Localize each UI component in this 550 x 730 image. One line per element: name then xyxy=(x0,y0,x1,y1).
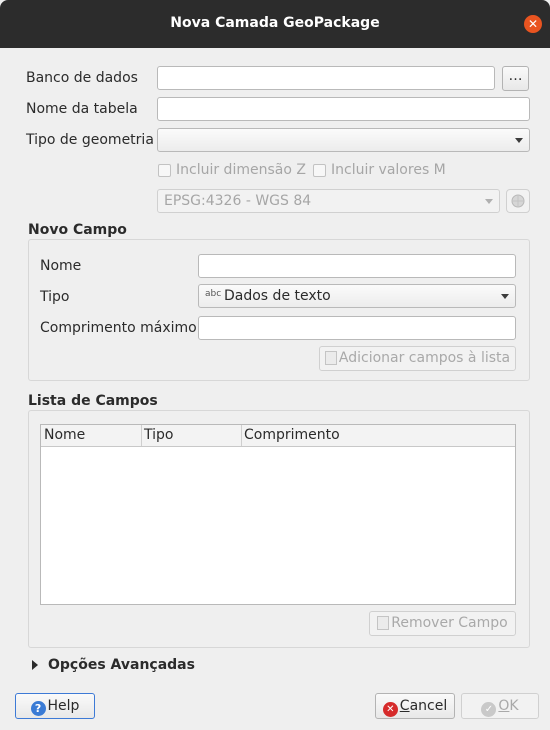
geometry-type-label: Tipo de geometria xyxy=(26,132,154,148)
field-type-value: Dados de texto xyxy=(224,288,331,304)
close-icon[interactable]: ✕ xyxy=(524,15,542,33)
help-button-label: Help xyxy=(47,698,80,714)
include-m-label: Incluir valores M xyxy=(331,162,446,178)
remove-field-button-label: Remover Campo xyxy=(391,615,508,631)
remove-field-icon xyxy=(377,616,390,630)
include-m-checkbox[interactable] xyxy=(313,164,326,177)
ok-button[interactable]: ✓ OK xyxy=(461,693,539,719)
table-name-label: Nome da tabela xyxy=(26,101,138,117)
crs-selector-button[interactable] xyxy=(506,189,530,213)
field-name-input[interactable] xyxy=(198,254,516,278)
field-list-section-title: Lista de Campos xyxy=(28,393,158,409)
table-header: Nome Tipo Comprimento xyxy=(41,425,515,447)
chevron-down-icon xyxy=(515,138,523,143)
new-field-section-title: Novo Campo xyxy=(28,222,127,238)
field-type-label: Tipo xyxy=(40,289,70,305)
check-icon: ✓ xyxy=(481,702,497,717)
field-name-label: Nome xyxy=(40,258,82,274)
column-header-name[interactable]: Nome xyxy=(44,427,85,443)
database-field[interactable] xyxy=(157,66,495,90)
cancel-button[interactable]: ✕ Cancel xyxy=(375,693,455,719)
ok-button-label: K xyxy=(509,698,519,714)
help-icon: ? xyxy=(30,701,46,716)
add-field-button-label: Adicionar campos à lista xyxy=(338,350,511,366)
text-type-icon: abc xyxy=(205,289,222,299)
window-title: Nova Camada GeoPackage xyxy=(170,15,380,31)
max-length-label: Comprimento máximo xyxy=(40,320,197,336)
advanced-options-toggle[interactable]: Opções Avançadas xyxy=(48,657,195,673)
browse-button[interactable]: … xyxy=(502,66,529,91)
add-field-icon xyxy=(324,351,337,365)
crs-value: EPSG:4326 - WGS 84 xyxy=(164,193,312,209)
geometry-type-select[interactable] xyxy=(157,128,530,152)
column-header-length[interactable]: Comprimento xyxy=(244,427,340,443)
database-label: Banco de dados xyxy=(26,70,138,86)
title-bar: Nova Camada GeoPackage ✕ xyxy=(0,0,550,48)
cancel-button-label: ancel xyxy=(409,698,448,714)
add-field-button[interactable]: Adicionar campos à lista xyxy=(319,346,516,371)
max-length-input[interactable] xyxy=(198,316,516,340)
table-name-field[interactable] xyxy=(157,97,530,121)
crs-select[interactable]: EPSG:4326 - WGS 84 xyxy=(157,189,500,213)
column-header-type[interactable]: Tipo xyxy=(144,427,173,443)
cancel-icon: ✕ xyxy=(382,702,398,717)
fields-table[interactable]: Nome Tipo Comprimento xyxy=(40,424,516,605)
field-type-select[interactable]: abc Dados de texto xyxy=(198,284,516,308)
remove-field-button[interactable]: Remover Campo xyxy=(369,611,516,636)
include-z-checkbox[interactable] xyxy=(158,164,171,177)
include-z-label: Incluir dimensão Z xyxy=(176,162,306,178)
globe-icon xyxy=(511,194,525,208)
help-button[interactable]: ? Help xyxy=(15,693,95,719)
ok-mnemonic: O xyxy=(498,698,510,714)
cancel-mnemonic: C xyxy=(399,698,410,714)
chevron-down-icon xyxy=(501,294,509,299)
column-divider xyxy=(241,425,242,446)
expand-arrow-icon[interactable] xyxy=(32,660,38,670)
column-divider xyxy=(141,425,142,446)
chevron-down-icon xyxy=(485,199,493,204)
